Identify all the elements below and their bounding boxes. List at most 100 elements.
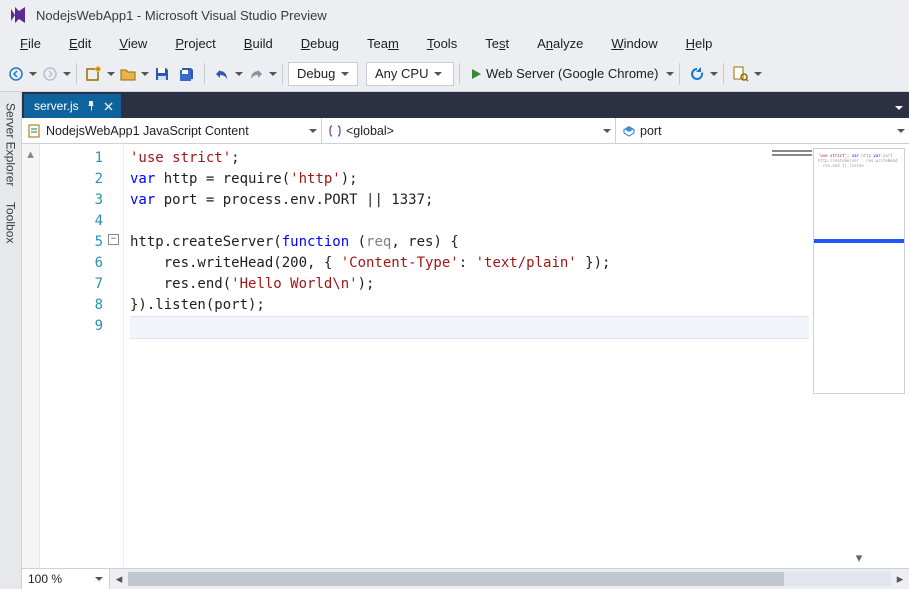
scroll-track[interactable] xyxy=(128,572,891,586)
window-title: NodejsWebApp1 - Microsoft Visual Studio … xyxy=(36,8,327,23)
collapse-up-icon[interactable]: ▴ xyxy=(22,146,39,162)
server-explorer-tab[interactable]: Server Explorer xyxy=(1,96,21,193)
solution-platform-dropdown[interactable]: Any CPU xyxy=(366,62,454,86)
menu-window[interactable]: Window xyxy=(597,30,671,56)
tab-overflow-button[interactable] xyxy=(889,98,909,113)
toolbar-separator xyxy=(679,63,680,85)
field-icon xyxy=(622,124,636,138)
menu-project[interactable]: Project xyxy=(161,30,229,56)
line-number: 8 xyxy=(40,295,103,316)
scroll-left-button[interactable]: ◂ xyxy=(110,569,128,589)
chevron-down-icon xyxy=(95,577,103,581)
nav-member-label: port xyxy=(640,124,662,138)
open-file-caret[interactable] xyxy=(141,72,149,76)
tab-strip-background xyxy=(121,92,889,118)
line-number: 6 xyxy=(40,253,103,274)
save-button[interactable] xyxy=(150,61,174,87)
line-number: 2 xyxy=(40,169,103,190)
start-target-label: Web Server (Google Chrome) xyxy=(486,66,658,81)
document-tab-label: server.js xyxy=(34,99,79,113)
document-well: server.js NodejsWebApp1 JavaScript Conte… xyxy=(22,92,909,589)
chevron-down-icon xyxy=(603,129,611,133)
redo-button[interactable] xyxy=(244,61,268,87)
undo-button[interactable] xyxy=(210,61,234,87)
line-number: 3 xyxy=(40,190,103,211)
nav-container-dropdown[interactable]: <global> xyxy=(322,118,616,143)
editor-margin: ▴ xyxy=(22,144,40,568)
chevron-down-icon xyxy=(897,129,905,133)
browser-refresh-button[interactable] xyxy=(685,61,709,87)
nav-scope-label: NodejsWebApp1 JavaScript Content xyxy=(46,124,249,138)
editor-right-column: 'use strict'; var http var port http.cre… xyxy=(809,144,909,568)
code-editor[interactable]: ▴ 1 2 3 4 5 6 7 8 9 − 'use strict'; var … xyxy=(22,144,909,568)
solution-config-label: Debug xyxy=(297,66,335,81)
chevron-down-icon xyxy=(895,106,903,110)
menu-build[interactable]: Build xyxy=(230,30,287,56)
scroll-down-button[interactable]: ▾ xyxy=(809,548,909,568)
nav-container-label: <global> xyxy=(346,124,394,138)
editor-nav-bar: NodejsWebApp1 JavaScript Content <global… xyxy=(22,118,909,144)
redo-caret[interactable] xyxy=(269,72,277,76)
document-tab-strip: server.js xyxy=(22,92,909,118)
solution-platform-label: Any CPU xyxy=(375,66,428,81)
minimap-viewport[interactable] xyxy=(814,239,904,243)
nav-scope-dropdown[interactable]: NodejsWebApp1 JavaScript Content xyxy=(22,118,322,143)
zoom-level-label: 100 % xyxy=(28,572,62,586)
line-number: 7 xyxy=(40,274,103,295)
new-project-button[interactable] xyxy=(82,61,106,87)
undo-caret[interactable] xyxy=(235,72,243,76)
menu-view[interactable]: View xyxy=(105,30,161,56)
solution-config-dropdown[interactable]: Debug xyxy=(288,62,358,86)
chevron-down-icon xyxy=(434,72,442,76)
close-icon[interactable] xyxy=(103,100,115,112)
open-file-button[interactable] xyxy=(116,61,140,87)
start-debugging-button[interactable]: Web Server (Google Chrome) xyxy=(465,61,665,87)
menu-help[interactable]: Help xyxy=(672,30,727,56)
line-number: 4 xyxy=(40,211,103,232)
fold-toggle-icon[interactable]: − xyxy=(108,234,119,245)
menu-edit[interactable]: Edit xyxy=(55,30,105,56)
pin-icon[interactable] xyxy=(85,100,97,112)
chevron-down-icon xyxy=(341,72,349,76)
save-all-button[interactable] xyxy=(175,61,199,87)
browser-refresh-caret[interactable] xyxy=(710,72,718,76)
nav-member-dropdown[interactable]: port xyxy=(616,118,909,143)
menu-debug[interactable]: Debug xyxy=(287,30,353,56)
overview-minimap[interactable]: 'use strict'; var http var port http.cre… xyxy=(813,148,905,394)
menu-analyze[interactable]: Analyze xyxy=(523,30,597,56)
zoom-level-dropdown[interactable]: 100 % xyxy=(22,569,110,589)
find-caret[interactable] xyxy=(754,72,762,76)
toolbar-separator xyxy=(76,63,77,85)
nav-fwd-button[interactable] xyxy=(38,61,62,87)
toolbar-separator xyxy=(723,63,724,85)
left-dock: Server Explorer Toolbox xyxy=(0,92,22,589)
find-in-files-button[interactable] xyxy=(729,61,753,87)
split-handle[interactable] xyxy=(769,144,814,162)
grip-icon xyxy=(772,150,812,156)
editor-bottom-bar: 100 % ◂ ▸ xyxy=(22,568,909,589)
menu-file[interactable]: File xyxy=(6,30,55,56)
start-target-caret[interactable] xyxy=(666,72,674,76)
scroll-right-button[interactable]: ▸ xyxy=(891,569,909,589)
code-text-area[interactable]: 'use strict'; var http = require('http')… xyxy=(124,144,809,568)
line-number-gutter: 1 2 3 4 5 6 7 8 9 − xyxy=(40,144,124,568)
menu-team[interactable]: Team xyxy=(353,30,413,56)
menu-tools[interactable]: Tools xyxy=(413,30,471,56)
document-tab-serverjs[interactable]: server.js xyxy=(24,94,121,118)
horizontal-scrollbar[interactable]: ◂ ▸ xyxy=(110,569,909,589)
new-project-caret[interactable] xyxy=(107,72,115,76)
line-number: 9 xyxy=(40,316,103,337)
scroll-thumb[interactable] xyxy=(128,572,784,586)
chevron-down-icon xyxy=(309,129,317,133)
nav-back-caret[interactable] xyxy=(29,72,37,76)
title-bar: NodejsWebApp1 - Microsoft Visual Studio … xyxy=(0,0,909,30)
nav-back-button[interactable] xyxy=(4,61,28,87)
menu-bar: File Edit View Project Build Debug Team … xyxy=(0,30,909,56)
line-number: 5 xyxy=(40,232,103,253)
nav-fwd-caret[interactable] xyxy=(63,72,71,76)
menu-test[interactable]: Test xyxy=(471,30,523,56)
namespace-icon xyxy=(328,124,342,138)
main-toolbar: Debug Any CPU Web Server (Google Chrome) xyxy=(0,56,909,92)
toolbox-tab[interactable]: Toolbox xyxy=(1,195,21,250)
toolbar-separator xyxy=(204,63,205,85)
